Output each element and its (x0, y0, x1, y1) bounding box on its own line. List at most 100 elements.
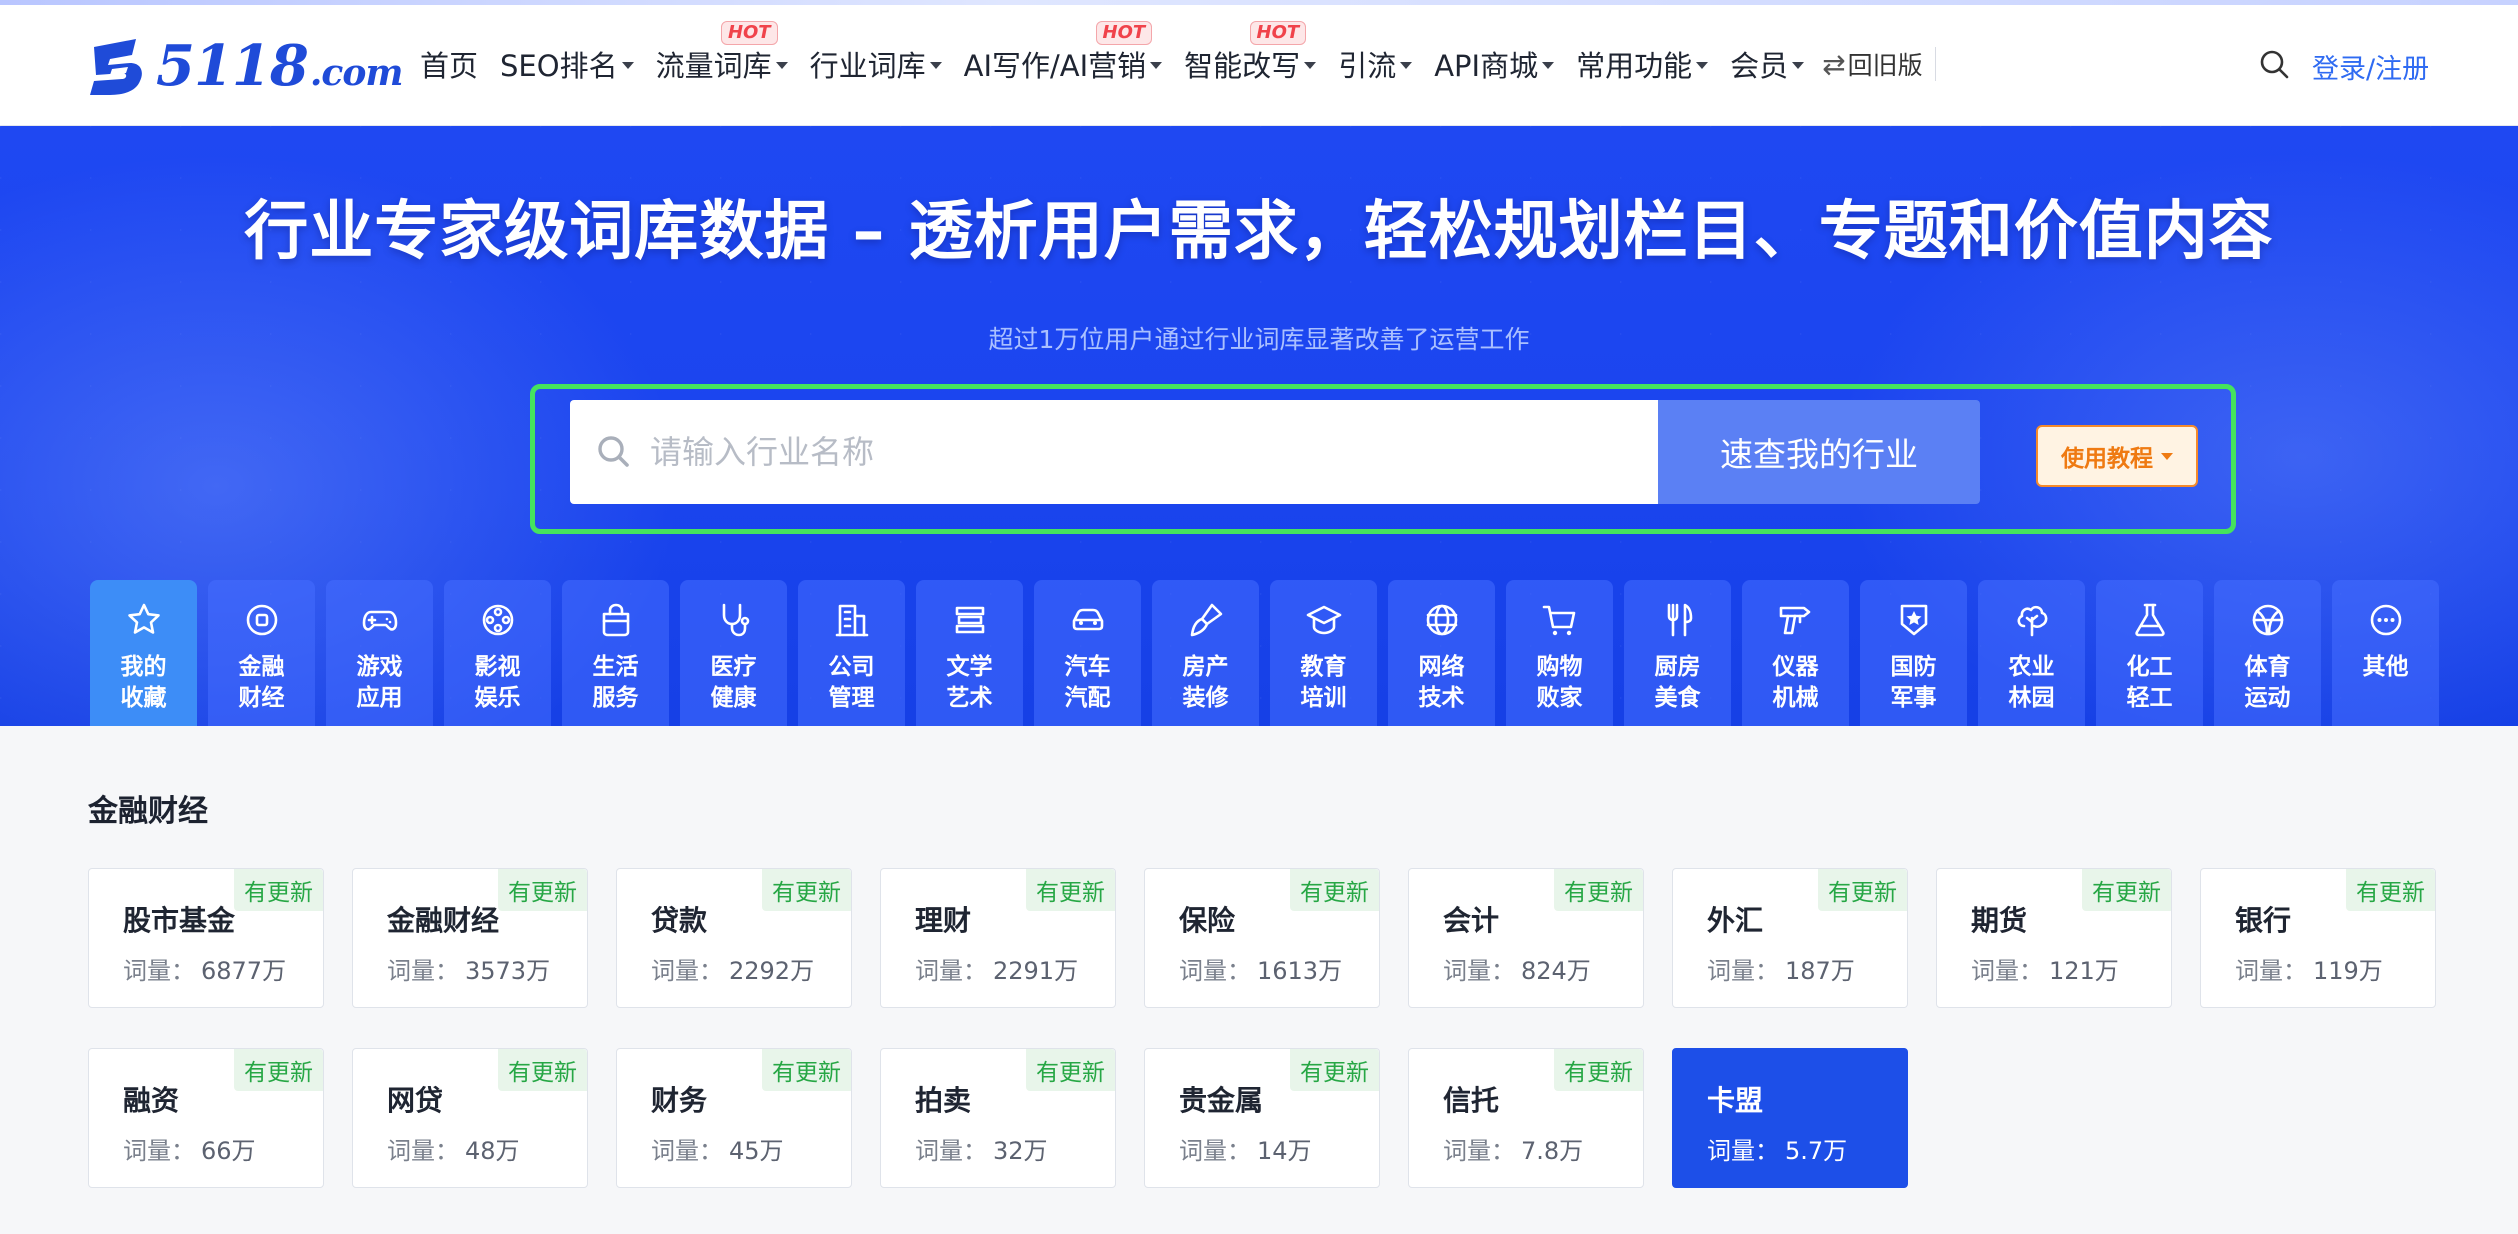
chevron-down-icon (929, 62, 942, 69)
category-tab-17[interactable]: 化工轻工 (2096, 580, 2203, 726)
military-badge-icon (1900, 604, 1927, 636)
category-tab-label: 购物败家 (1536, 654, 1583, 711)
industry-card[interactable]: 银行 词量： 119万 有更新 (2200, 868, 2436, 1008)
industry-card-name: 融资 (123, 1084, 180, 1117)
nav-item-label: AI写作/AI营销 (963, 49, 1147, 83)
category-tab-label: 化工轻工 (2126, 654, 2173, 711)
star-icon (127, 603, 160, 634)
nav-item-6[interactable]: 引流 (1338, 43, 1413, 85)
industry-card-volume: 词量： 5.7万 (1707, 1137, 1848, 1165)
industry-card-name: 保险 (1179, 904, 1236, 937)
category-tab-12[interactable]: 购物败家 (1506, 580, 1613, 726)
category-tab-19[interactable]: 其他 (2332, 580, 2439, 726)
category-tab-label: 厨房美食 (1654, 654, 1701, 711)
update-badge: 有更新 (234, 1049, 323, 1091)
finance-icon (246, 604, 277, 636)
update-badge: 有更新 (1026, 869, 1115, 911)
industry-card[interactable]: 金融财经 词量： 3573万 有更新 (352, 868, 588, 1008)
industry-card[interactable]: 融资词量： 66万 有更新 (88, 1048, 324, 1188)
nav-item-4[interactable]: AI写作/AI营销 HOT (963, 21, 1163, 85)
category-tab-3[interactable]: 影视娱乐 (444, 580, 551, 726)
category-tab-11[interactable]: 网络技术 (1388, 580, 1495, 726)
chevron-down-icon (775, 62, 788, 69)
category-tab-label: 生活服务 (592, 654, 639, 711)
nav-item-9[interactable]: 会员 (1730, 43, 1805, 85)
update-badge: 有更新 (234, 869, 323, 911)
industry-card[interactable]: 卡盟词量： 5.7万 (1672, 1048, 1908, 1188)
category-tab-label: 国防军事 (1890, 654, 1937, 711)
industry-search-input[interactable] (650, 433, 1550, 471)
industry-card-volume: 词量： 48万 (387, 1137, 520, 1165)
category-tab-7[interactable]: 文学艺术 (916, 580, 1023, 726)
industry-card[interactable]: 期货 词量： 121万 有更新 (1936, 868, 2172, 1008)
industry-card[interactable]: 保险词量： 1613万 有更新 (1144, 868, 1380, 1008)
category-tab-label: 农业林园 (2008, 654, 2055, 711)
category-tab-16[interactable]: 农业林园 (1978, 580, 2085, 726)
nav-item-label: 引流 (1338, 49, 1397, 83)
industry-card[interactable]: 股市基金 词量： 6877万 有更新 (88, 868, 324, 1008)
industry-card-name: 拍卖 (915, 1084, 972, 1117)
site-logo[interactable]: 5118.com (84, 33, 403, 99)
industry-card-volume: 词量： 32万 (915, 1137, 1048, 1165)
category-tab-label: 公司管理 (828, 654, 875, 711)
category-tab-5[interactable]: 医疗健康 (680, 580, 787, 726)
old-version-link[interactable]: ⇄ 回旧版 (1822, 46, 1922, 82)
nav-item-1[interactable]: SEO排名 (500, 43, 634, 85)
search-icon[interactable] (2258, 48, 2290, 80)
category-tab-0[interactable]: 我的收藏 (90, 580, 197, 726)
industry-card[interactable]: 贵金属 词量： 14万 有更新 (1144, 1048, 1380, 1188)
category-tab-4[interactable]: 生活服务 (562, 580, 669, 726)
industry-card-name: 外汇 (1707, 904, 1764, 937)
nav-item-label: API商城 (1434, 49, 1539, 83)
login-register-link[interactable]: 登录/注册 (2312, 47, 2429, 86)
industry-card-volume: 词量： 6877万 (123, 957, 287, 985)
category-tab-1[interactable]: 金融财经 (208, 580, 315, 726)
category-tab-18[interactable]: 体育运动 (2214, 580, 2321, 726)
industry-card[interactable]: 贷款 词量： 2292万 有更新 (616, 868, 852, 1008)
hot-badge: HOT (1249, 21, 1307, 45)
film-reel-icon (482, 604, 513, 636)
nav-item-7[interactable]: API商城 (1434, 43, 1555, 85)
hero-banner: 行业专家级词库数据 – 透析用户需求，轻松规划栏目、专题和价值内容 超过1万位用… (0, 126, 2518, 726)
category-tab-6[interactable]: 公司管理 (798, 580, 905, 726)
category-tab-10[interactable]: 教育培训 (1270, 580, 1377, 726)
industry-card-volume: 词量： 1613万 (1179, 957, 1343, 985)
industry-card[interactable]: 财务 词量： 45万 有更新 (616, 1048, 852, 1188)
nav-item-8[interactable]: 常用功能 (1576, 43, 1709, 85)
category-tab-2[interactable]: 游戏应用 (326, 580, 433, 726)
nav-item-label: 智能改写 (1184, 49, 1301, 83)
industry-search-box (570, 400, 1658, 504)
books-icon (955, 606, 984, 634)
search-industry-button[interactable]: 速查我的行业 (1658, 400, 1980, 504)
nav-item-2[interactable]: 流量词库 HOT (656, 21, 788, 85)
tutorial-dropdown-button[interactable]: 使用教程 (2036, 425, 2198, 487)
header-top-line (0, 0, 2518, 5)
industry-card[interactable]: 拍卖词量： 32万 有更新 (880, 1048, 1116, 1188)
category-tab-9[interactable]: 房产装修 (1152, 580, 1259, 726)
nav-item-3[interactable]: 行业词库 (810, 43, 942, 85)
industry-card[interactable]: 网贷 词量： 48万 有更新 (352, 1048, 588, 1188)
update-badge: 有更新 (1026, 1049, 1115, 1091)
industry-card-volume: 词量： 121万 (1971, 957, 2119, 985)
category-tab-14[interactable]: 仪器机械 (1742, 580, 1849, 726)
industry-card[interactable]: 外汇 词量： 187万 有更新 (1672, 868, 1908, 1008)
hot-badge: HOT (720, 21, 778, 45)
bag-icon (602, 603, 629, 637)
nav-item-0[interactable]: 首页 (420, 43, 478, 85)
update-badge: 有更新 (1290, 869, 1379, 911)
industry-card-volume: 词量： 2292万 (651, 957, 815, 985)
industry-card-name: 卡盟 (1707, 1084, 1764, 1117)
industry-card[interactable]: 信托 词量： 7.8万 有更新 (1408, 1048, 1644, 1188)
category-tab-13[interactable]: 厨房美食 (1624, 580, 1731, 726)
globe-icon (1426, 604, 1457, 636)
industry-card[interactable]: 理财 词量： 2291万 有更新 (880, 868, 1116, 1008)
industry-card[interactable]: 会计 词量： 824万 有更新 (1408, 868, 1644, 1008)
content-area: 金融财经 股市基金 词量： 6877万 有更新 金融财经 词量： 3573万 有更新 贷款 词量：… (0, 726, 2518, 1234)
industry-card-volume: 词量： 66万 (123, 1137, 256, 1165)
chevron-down-icon (1150, 62, 1163, 69)
category-tab-15[interactable]: 国防军事 (1860, 580, 1967, 726)
category-tab-8[interactable]: 汽车汽配 (1034, 580, 1141, 726)
category-tab-label: 游戏应用 (356, 654, 403, 711)
category-tab-label: 其他 (2362, 654, 2409, 680)
nav-item-5[interactable]: 智能改写 HOT (1184, 21, 1317, 85)
